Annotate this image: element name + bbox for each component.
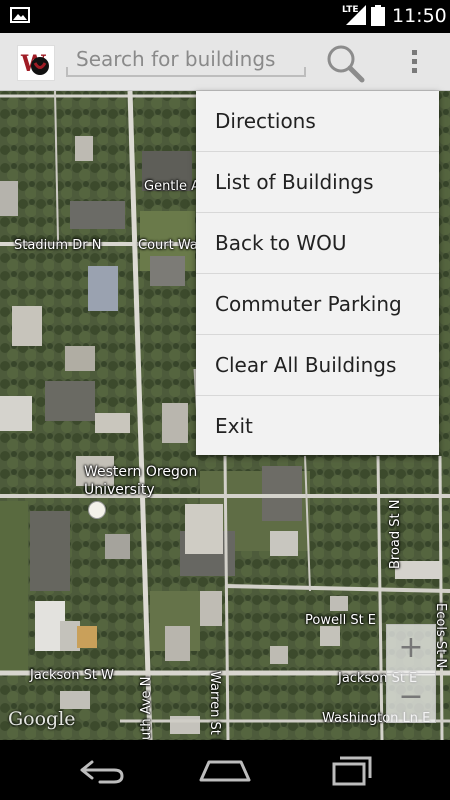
menu-item-commuter-parking[interactable]: Commuter Parking <box>196 274 439 335</box>
map-label-powell-st: Powell St E <box>305 613 377 628</box>
battery-icon <box>371 5 385 26</box>
image-notification-icon <box>10 7 30 23</box>
menu-item-clear-all-buildings[interactable]: Clear All Buildings <box>196 335 439 396</box>
overflow-menu-icon[interactable] <box>400 43 430 81</box>
search-icon[interactable] <box>322 41 366 85</box>
clock: 11:50 <box>392 5 447 27</box>
map-label-court-way: Court Wa <box>138 238 198 253</box>
navigation-bar <box>0 740 450 800</box>
search-input[interactable] <box>74 43 303 75</box>
home-icon[interactable] <box>195 752 255 788</box>
google-attribution: Google <box>8 708 76 730</box>
map-label-warren-st: Warren St N <box>207 671 222 740</box>
menu-item-exit[interactable]: Exit <box>196 396 439 456</box>
map-label-university-line1: Western Oregon <box>84 464 198 480</box>
map-label-university-line2: University <box>84 482 155 498</box>
map-label-monmouth-ave: Monmouth Ave N <box>139 676 154 740</box>
recent-apps-icon[interactable] <box>322 752 382 788</box>
map-label-jackson-st-w: Jackson St W <box>30 668 114 683</box>
map-label-stadium-dr: Stadium Dr N <box>14 238 102 253</box>
menu-item-list-of-buildings[interactable]: List of Buildings <box>196 152 439 213</box>
university-marker-icon[interactable] <box>88 501 106 519</box>
menu-item-back-to-wou[interactable]: Back to WOU <box>196 213 439 274</box>
map-label-broad-st: Broad St N <box>388 499 403 570</box>
signal-icon <box>346 5 366 25</box>
overflow-menu: Directions List of Buildings Back to WOU… <box>196 91 439 455</box>
action-bar: W <box>0 33 450 91</box>
status-bar: LTE 11:50 <box>0 0 450 33</box>
zoom-in-button[interactable]: + <box>386 624 436 674</box>
search-field[interactable] <box>66 41 306 77</box>
wou-logo-icon[interactable]: W <box>17 45 55 81</box>
back-icon[interactable] <box>70 752 130 788</box>
menu-item-directions[interactable]: Directions <box>196 91 439 152</box>
zoom-out-button[interactable]: − <box>386 673 436 723</box>
